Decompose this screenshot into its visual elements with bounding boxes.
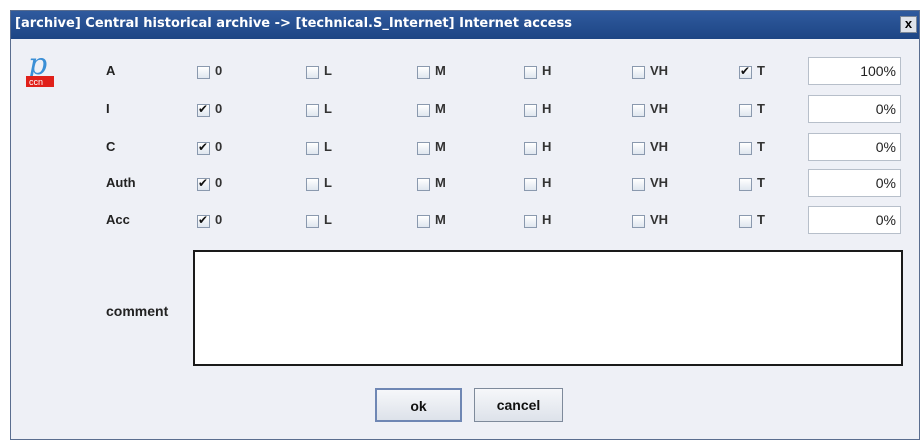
checkbox-label: 0 — [215, 175, 223, 190]
percent-field-c[interactable]: 0% — [808, 133, 901, 161]
checkbox-i-l[interactable] — [306, 104, 319, 117]
checkbox-acc-0[interactable] — [197, 213, 210, 228]
checkbox-label: M — [435, 101, 446, 116]
checkbox-a-h[interactable] — [524, 66, 537, 79]
checkbox-a-l[interactable] — [306, 66, 319, 79]
row-label-acc: Acc — [106, 212, 130, 227]
checkbox-label: H — [542, 63, 552, 78]
logo-text: ccn — [29, 77, 43, 87]
checkbox-label: VH — [650, 63, 669, 78]
checkbox-label: M — [435, 212, 446, 227]
checkbox-i-m[interactable] — [417, 104, 430, 117]
checkbox-acc-m[interactable] — [417, 215, 430, 228]
checkbox-c-h[interactable] — [524, 142, 537, 155]
checkbox-label: 0 — [215, 139, 223, 154]
checkbox-label: M — [435, 139, 446, 154]
checkbox-label: H — [542, 101, 552, 116]
comment-label: comment — [106, 303, 169, 319]
checkbox-label: L — [324, 101, 332, 116]
checkbox-label: T — [757, 101, 765, 116]
checkbox-auth-t[interactable] — [739, 178, 752, 191]
checkbox-auth-vh[interactable] — [632, 178, 645, 191]
title-bar[interactable]: [archive] Central historical archive -> … — [11, 11, 919, 39]
row-label-a: A — [106, 63, 116, 78]
percent-field-i[interactable]: 0% — [808, 95, 901, 123]
checkbox-label: VH — [650, 101, 669, 116]
checkbox-i-vh[interactable] — [632, 104, 645, 117]
checkbox-i-h[interactable] — [524, 104, 537, 117]
checkbox-a-t[interactable] — [739, 64, 752, 79]
checkbox-label: T — [757, 63, 765, 78]
checkbox-a-m[interactable] — [417, 66, 430, 79]
checkbox-label: L — [324, 212, 332, 227]
checkbox-auth-h[interactable] — [524, 178, 537, 191]
row-label-i: I — [106, 101, 110, 116]
checkbox-c-vh[interactable] — [632, 142, 645, 155]
percent-field-acc[interactable]: 0% — [808, 206, 901, 234]
checkbox-label: T — [757, 139, 765, 154]
close-icon: x — [904, 16, 913, 31]
checkbox-auth-0[interactable] — [197, 176, 210, 191]
checkbox-label: L — [324, 63, 332, 78]
checkbox-label: VH — [650, 212, 669, 227]
checkbox-acc-t[interactable] — [739, 215, 752, 228]
checkbox-label: T — [757, 212, 765, 227]
window-title: [archive] Central historical archive -> … — [15, 16, 572, 31]
checkbox-label: VH — [650, 175, 669, 190]
checkbox-auth-l[interactable] — [306, 178, 319, 191]
percent-field-a[interactable]: 100% — [808, 57, 901, 85]
dialog-window: [archive] Central historical archive -> … — [10, 10, 920, 440]
checkbox-label: T — [757, 175, 765, 190]
checkbox-label: M — [435, 63, 446, 78]
checkbox-i-0[interactable] — [197, 102, 210, 117]
checkbox-label: H — [542, 175, 552, 190]
comment-field[interactable] — [193, 250, 903, 366]
checkbox-label: M — [435, 175, 446, 190]
checkbox-label: L — [324, 139, 332, 154]
checkbox-a-0[interactable] — [197, 66, 210, 79]
close-button[interactable]: x — [900, 16, 917, 33]
checkbox-acc-h[interactable] — [524, 215, 537, 228]
checkbox-i-t[interactable] — [739, 104, 752, 117]
row-label-auth: Auth — [106, 175, 136, 190]
checkbox-label: 0 — [215, 63, 223, 78]
ok-button[interactable]: ok — [375, 388, 462, 422]
checkbox-a-vh[interactable] — [632, 66, 645, 79]
checkbox-c-0[interactable] — [197, 140, 210, 155]
checkbox-label: 0 — [215, 212, 223, 227]
checkbox-label: L — [324, 175, 332, 190]
checkbox-label: H — [542, 212, 552, 227]
checkbox-c-l[interactable] — [306, 142, 319, 155]
checkbox-c-m[interactable] — [417, 142, 430, 155]
pccn-logo-icon: p ccn — [26, 50, 54, 87]
percent-field-auth[interactable]: 0% — [808, 169, 901, 197]
checkbox-c-t[interactable] — [739, 142, 752, 155]
checkbox-auth-m[interactable] — [417, 178, 430, 191]
checkbox-label: 0 — [215, 101, 223, 116]
checkbox-label: H — [542, 139, 552, 154]
row-label-c: C — [106, 139, 116, 154]
checkbox-label: VH — [650, 139, 669, 154]
cancel-button[interactable]: cancel — [474, 388, 563, 422]
checkbox-acc-l[interactable] — [306, 215, 319, 228]
checkbox-acc-vh[interactable] — [632, 215, 645, 228]
